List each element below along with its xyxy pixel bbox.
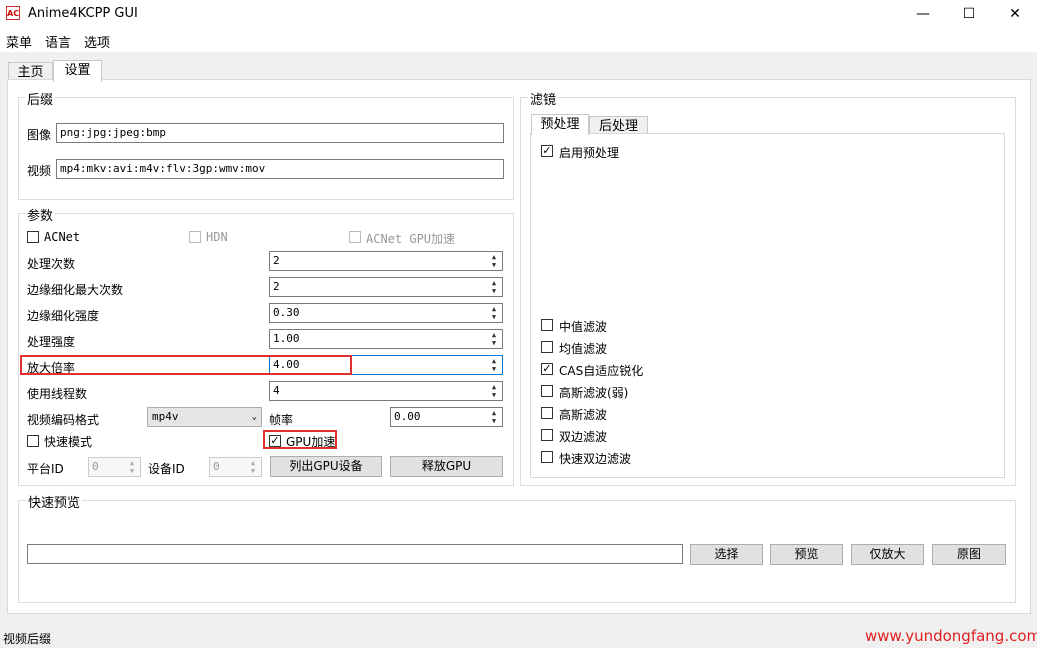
gaussian-checkbox[interactable]: [541, 407, 553, 419]
push-color-count-label: 边缘细化最大次数: [27, 283, 124, 297]
video-suffix-label: 视频: [27, 164, 52, 178]
platform-id-spin-arrows[interactable]: ▲ ▼: [125, 459, 139, 475]
push-color-count-value: 2: [273, 280, 280, 293]
gaussian-weak-label: 高斯滤波(弱): [559, 386, 629, 400]
push-color-count-spin-arrows[interactable]: ▲ ▼: [487, 279, 501, 295]
preprocess-panel: [530, 133, 1005, 478]
acnet-gpu-checkbox[interactable]: [349, 231, 361, 243]
mean-filter-label: 均值滤波: [559, 342, 608, 356]
cas-sharpen-label: CAS自适应锐化: [559, 364, 644, 378]
list-gpu-button[interactable]: 列出GPU设备: [270, 456, 382, 477]
preview-group-title: 快速预览: [26, 492, 83, 511]
hdn-checkbox[interactable]: [189, 231, 201, 243]
push-gradient-strength-spin-arrows[interactable]: ▲ ▼: [487, 331, 501, 347]
release-gpu-button[interactable]: 释放GPU: [390, 456, 503, 477]
image-suffix-input[interactable]: png:jpg:jpeg:bmp: [56, 123, 504, 143]
platform-id-value: 0: [92, 460, 99, 473]
bilateral-checkbox[interactable]: [541, 429, 553, 441]
status-bar: 视频后缀 www.yundongfang.com: [0, 625, 1037, 648]
fps-spinbox[interactable]: 0.00 ▲ ▼: [390, 407, 503, 427]
enable-preprocess-label: 启用预处理: [559, 146, 620, 160]
passes-value: 2: [273, 254, 280, 267]
push-color-count-spinbox[interactable]: 2 ▲ ▼: [269, 277, 503, 297]
threads-value: 4: [273, 384, 280, 397]
codec-label: 视频编码格式: [27, 413, 100, 427]
maximize-button[interactable]: ☐: [946, 0, 992, 28]
passes-spin-arrows[interactable]: ▲ ▼: [487, 253, 501, 269]
zoom-factor-spin-arrows[interactable]: ▲ ▼: [487, 357, 501, 373]
threads-spin-arrows[interactable]: ▲ ▼: [487, 383, 501, 399]
codec-value: mp4v: [152, 410, 179, 423]
acnet-gpu-label: ACNet GPU加速: [366, 232, 456, 246]
chevron-down-icon: ⌄: [251, 412, 257, 422]
fps-value: 0.00: [394, 410, 421, 423]
watermark-text: www.yundongfang.com: [865, 627, 1037, 645]
device-id-spin-arrows[interactable]: ▲ ▼: [246, 459, 260, 475]
gaussian-label: 高斯滤波: [559, 408, 608, 422]
close-button[interactable]: ✕: [992, 0, 1037, 28]
fast-mode-checkbox[interactable]: [27, 435, 39, 447]
acnet-label: ACNet: [44, 230, 81, 244]
menu-main[interactable]: 菜单: [6, 32, 32, 51]
menu-language[interactable]: 语言: [45, 32, 71, 51]
upscale-only-button[interactable]: 仅放大: [851, 544, 924, 565]
preview-button[interactable]: 预览: [770, 544, 843, 565]
filters-group-title: 滤镜: [528, 89, 559, 108]
fps-spin-arrows[interactable]: ▲ ▼: [487, 409, 501, 425]
platform-id-spinbox[interactable]: 0 ▲ ▼: [88, 457, 141, 477]
push-gradient-strength-spinbox[interactable]: 1.00 ▲ ▼: [269, 329, 503, 349]
fast-mode-label: 快速模式: [44, 435, 93, 449]
acnet-checkbox[interactable]: [27, 231, 39, 243]
gpu-highlight: [263, 430, 337, 449]
suffix-group: [18, 97, 514, 200]
params-group-title: 参数: [25, 205, 56, 224]
window-title: Anime4KCPP GUI: [28, 6, 138, 21]
menu-options[interactable]: 选项: [84, 32, 110, 51]
passes-label: 处理次数: [27, 257, 76, 271]
fps-label: 帧率: [269, 413, 294, 427]
status-text: 视频后缀: [3, 632, 52, 646]
push-color-strength-value: 0.30: [273, 306, 300, 319]
suffix-group-title: 后缀: [25, 89, 56, 108]
enable-preprocess-checkbox[interactable]: ✓: [541, 145, 553, 157]
passes-spinbox[interactable]: 2 ▲ ▼: [269, 251, 503, 271]
preview-path-input[interactable]: [27, 544, 683, 564]
fast-bilateral-label: 快速双边滤波: [559, 452, 632, 466]
app-icon: AC: [6, 6, 20, 20]
mean-filter-checkbox[interactable]: [541, 341, 553, 353]
median-filter-label: 中值滤波: [559, 320, 608, 334]
hdn-label: HDN: [206, 230, 228, 244]
threads-spinbox[interactable]: 4 ▲ ▼: [269, 381, 503, 401]
title-bar: AC Anime4KCPP GUI — ☐ ✕: [0, 0, 1037, 28]
device-id-value: 0: [213, 460, 220, 473]
device-id-spinbox[interactable]: 0 ▲ ▼: [209, 457, 262, 477]
median-filter-checkbox[interactable]: [541, 319, 553, 331]
menu-bar: 菜单 语言 选项: [0, 28, 1037, 52]
original-button[interactable]: 原图: [932, 544, 1006, 565]
tab-preprocess[interactable]: 预处理: [531, 114, 589, 135]
push-color-strength-label: 边缘细化强度: [27, 309, 100, 323]
threads-label: 使用线程数: [27, 387, 88, 401]
image-suffix-label: 图像: [27, 128, 52, 142]
push-color-strength-spin-arrows[interactable]: ▲ ▼: [487, 305, 501, 321]
select-button[interactable]: 选择: [690, 544, 763, 565]
push-gradient-strength-label: 处理强度: [27, 335, 76, 349]
cas-sharpen-checkbox[interactable]: ✓: [541, 363, 553, 375]
push-color-strength-spinbox[interactable]: 0.30 ▲ ▼: [269, 303, 503, 323]
push-gradient-strength-value: 1.00: [273, 332, 300, 345]
gaussian-weak-checkbox[interactable]: [541, 385, 553, 397]
codec-dropdown[interactable]: mp4v ⌄: [147, 407, 262, 427]
device-id-label: 设备ID: [148, 462, 185, 476]
fast-bilateral-checkbox[interactable]: [541, 451, 553, 463]
platform-id-label: 平台ID: [27, 462, 64, 476]
bilateral-label: 双边滤波: [559, 430, 608, 444]
video-suffix-input[interactable]: mp4:mkv:avi:m4v:flv:3gp:wmv:mov: [56, 159, 504, 179]
tab-settings[interactable]: 设置: [53, 60, 102, 82]
minimize-button[interactable]: —: [900, 0, 946, 28]
zoom-factor-highlight: [20, 355, 352, 375]
